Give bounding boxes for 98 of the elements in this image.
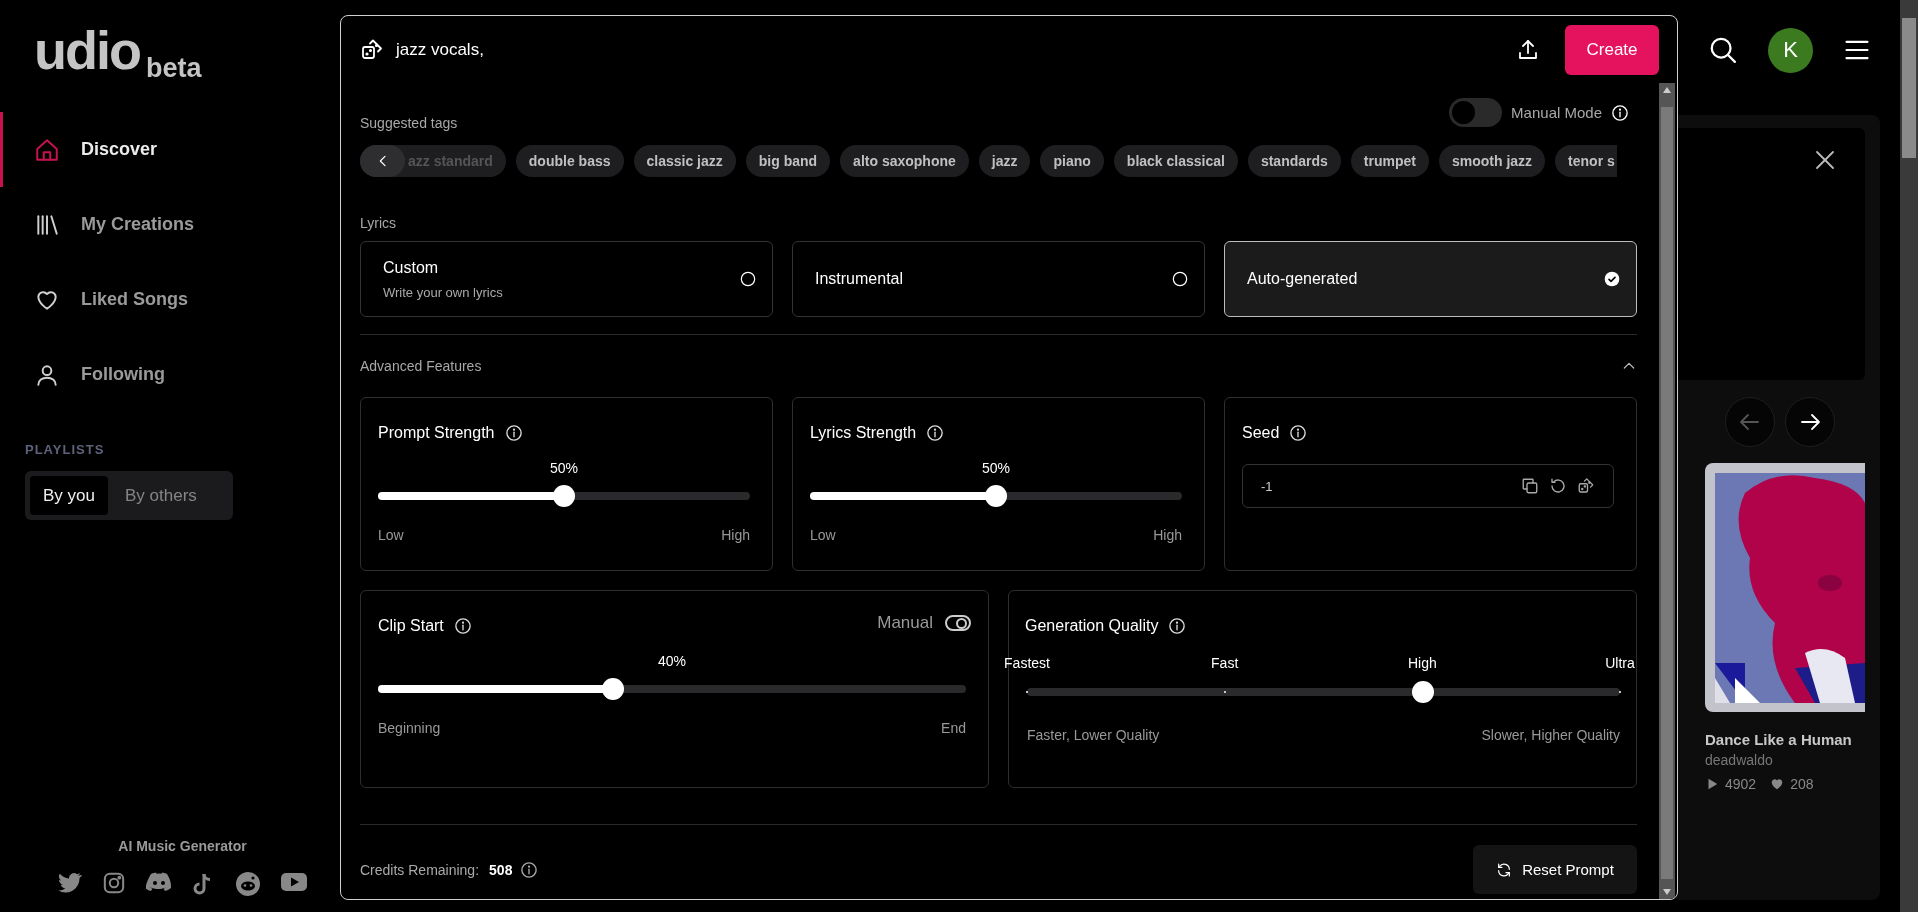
tag-chip[interactable]: black classical [1113,145,1238,177]
quality-label: Fast [1211,655,1239,671]
min-label: Beginning [378,720,441,736]
option-title: Auto-generated [1247,270,1358,288]
play-count: 4902 [1725,776,1757,792]
radio-icon [740,271,756,287]
quality-label: Fastest [1004,655,1050,671]
controller-icon[interactable] [146,872,172,892]
card-title: Seed [1242,424,1280,442]
tab[interactable]: By others [112,476,210,515]
camera-icon[interactable] [103,872,125,894]
toggle-switch[interactable] [945,615,971,631]
next-button[interactable] [1785,397,1835,447]
credits-label: Credits Remaining: [360,861,480,878]
quality-label: Ultra [1605,655,1635,671]
heart-icon [1770,777,1785,791]
reset-button[interactable]: Reset Prompt [1473,845,1637,894]
tagline: AI Music Generator [118,838,247,854]
song-title[interactable]: Dance Like a Human [1705,731,1865,748]
tag-chip[interactable]: double bass [515,145,624,177]
slider-value: 50% [549,460,579,476]
slider-thumb[interactable] [1411,681,1434,703]
option-description: Write your own lyrics [383,284,503,300]
toggle-label: Manual Mode [1511,104,1602,121]
tag-chip[interactable]: smooth jazz [1438,145,1546,177]
prompt-input[interactable]: jazz vocals, [396,39,1516,60]
slider-thumb[interactable] [985,485,1007,507]
radio-checked-icon [1604,271,1620,287]
scroll-up-icon[interactable] [1663,87,1671,93]
max-label: Slower, Higher Quality [1481,727,1620,743]
close-icon [1813,148,1837,172]
min-label: Low [378,527,404,543]
max-label: High [721,527,750,543]
create-button[interactable]: Create [1565,24,1659,75]
option-title: Instrumental [815,270,904,288]
min-label: Faster, Lower Quality [1027,727,1160,743]
lyrics-option[interactable]: Auto-generated [1224,241,1637,317]
logo[interactable]: udio [34,26,140,74]
reset-icon[interactable] [1549,477,1567,495]
tag-chip[interactable]: jazz [978,145,1031,177]
close-button[interactable] [1813,148,1837,172]
tab[interactable]: By you [30,476,108,515]
tag-chip[interactable]: classic jazz [633,145,736,177]
radio-icon [1172,271,1188,287]
seed-field[interactable]: -1 [1242,464,1614,508]
lyrics-option[interactable]: Custom Write your own lyrics [360,241,773,317]
tag-chip[interactable]: trumpet [1350,145,1429,177]
nav-item[interactable]: My Creations [0,187,340,262]
bird-icon[interactable] [58,872,82,894]
slider-value: 50% [981,460,1011,476]
slider-thumb[interactable] [553,485,575,507]
section-label: Lyrics [360,215,398,231]
scrollbar[interactable] [1659,83,1675,899]
lyrics-option[interactable]: Instrumental [792,241,1205,317]
dice-icon[interactable] [360,37,384,62]
toggle-switch[interactable] [1449,98,1503,127]
info-icon[interactable] [926,424,945,442]
beta-label: beta [145,55,202,82]
avatar[interactable]: K [1768,27,1813,73]
card-title: Prompt Strength [378,424,495,442]
search-button[interactable] [1708,35,1738,65]
info-icon[interactable] [520,860,539,879]
nav-item[interactable]: Following [0,337,340,412]
card-title: Generation Quality [1025,617,1159,635]
section-label: PLAYLISTS [25,442,106,457]
max-label: End [941,720,966,736]
nav-item[interactable]: Liked Songs [0,262,340,337]
play-icon[interactable] [281,872,307,892]
option-title: Custom [383,258,440,277]
slider-thumb[interactable] [602,678,625,700]
tag-chip[interactable]: alto saxophone [840,145,969,177]
card-title: Lyrics Strength [810,424,917,442]
scroll-down-icon[interactable] [1663,889,1671,895]
home-icon [34,136,60,163]
toggle-label: Manual [877,613,933,633]
upload-icon [1516,37,1540,62]
tag-chip[interactable]: tenor s [1555,145,1617,177]
artist-name[interactable]: deadwaldo [1705,752,1865,768]
copy-icon[interactable] [1521,477,1539,495]
max-label: High [1153,527,1182,543]
credits-value: 508 [489,861,513,878]
like-count: 208 [1790,776,1814,792]
search-icon [1708,35,1738,65]
scrollbar[interactable] [1902,18,1916,158]
tag-chip[interactable]: piano [1040,145,1104,177]
quality-label: High [1407,655,1437,671]
section-label: Suggested tags [360,115,458,131]
section-label: Advanced Features [360,358,482,374]
min-label: Low [810,527,836,543]
dice-icon[interactable] [1577,477,1595,495]
upload-button[interactable] [1516,37,1540,62]
tag-chip[interactable]: standards [1247,145,1341,177]
info-icon[interactable] [453,617,472,635]
slider-value: 40% [657,653,687,669]
refresh-icon [1496,861,1513,878]
alien-icon[interactable] [236,872,260,896]
card-title: Clip Start [378,617,444,635]
tag-chip[interactable]: big band [745,145,831,177]
